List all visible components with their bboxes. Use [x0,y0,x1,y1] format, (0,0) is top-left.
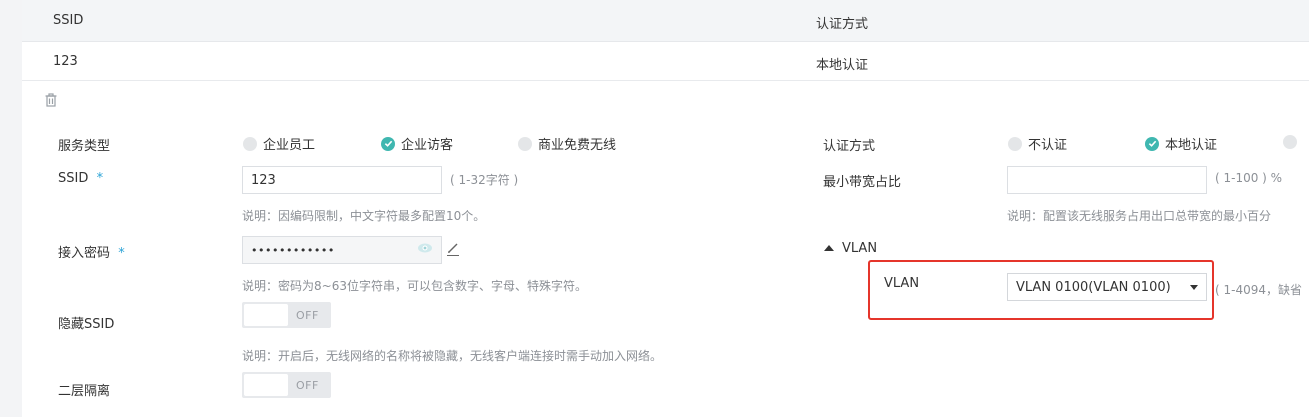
radio-auth-none[interactable]: 不认证 [1008,134,1067,153]
vlan-section-toggle[interactable]: VLAN [824,241,877,256]
auth-method-label: 认证方式 [823,139,876,154]
column-header-ssid: SSID [53,13,84,28]
min-bandwidth-label: 最小带宽占比 [823,175,902,190]
radio-service-employee[interactable]: 企业员工 [243,134,315,153]
column-header-auth: 认证方式 [816,17,869,32]
trash-icon[interactable] [44,92,58,107]
l2-isolation-toggle[interactable]: OFF [242,372,331,398]
required-mark: * [118,246,125,261]
password-input[interactable]: •••••••••••• [242,236,442,264]
min-bandwidth-hint: 说明：配置该无线服务占用出口总带宽的最小百分 [1007,209,1272,223]
checked-radio-icon [381,136,395,151]
radio-circle-icon [1283,135,1297,149]
radio-label: 本地认证 [1165,138,1218,153]
radio-service-free-wifi[interactable]: 商业免费无线 [518,134,616,153]
radio-label: 企业员工 [263,138,316,153]
checked-radio-icon [1145,136,1159,151]
left-sidebar-strip [0,0,22,417]
hide-ssid-label: 隐藏SSID [58,317,115,332]
radio-circle-icon [518,136,532,151]
ssid-range: ( 1-32字符 ) [450,173,519,187]
toggle-state: OFF [296,308,319,322]
collapse-triangle-icon [824,244,834,251]
ssid-label: SSID * [58,171,104,186]
ssid-hint: 说明：因编码限制，中文字符最多配置10个。 [242,209,486,223]
vlan-label: VLAN [884,276,920,291]
radio-label: 企业访客 [401,138,454,153]
min-bandwidth-range: ( 1-100 ) % [1215,171,1283,185]
l2-isolation-label: 二层隔离 [58,384,111,399]
hide-ssid-toggle[interactable]: OFF [242,302,331,328]
toggle-knob [244,304,288,326]
table-row[interactable]: 123 本地认证 [22,42,1309,81]
table-header: SSID 认证方式 [22,0,1309,42]
radio-auth-other-clipped[interactable] [1283,135,1309,151]
eye-icon[interactable] [417,242,433,258]
password-hint: 说明：密码为8~63位字符串，可以包含数字、字母、特殊字符。 [242,279,587,293]
ssid-input[interactable]: 123 [242,166,442,194]
min-bandwidth-input[interactable] [1007,166,1207,194]
dropdown-caret-icon [1190,284,1198,290]
toggle-state: OFF [296,378,319,392]
required-mark: * [96,171,104,186]
radio-circle-icon [1008,136,1022,151]
vlan-section-title: VLAN [842,241,878,256]
radio-auth-local[interactable]: 本地认证 [1145,134,1217,153]
cell-auth: 本地认证 [816,58,869,73]
service-type-label: 服务类型 [58,139,111,154]
cell-ssid: 123 [53,54,78,69]
toggle-knob [244,374,288,396]
password-label: 接入密码 * [58,246,125,261]
radio-circle-icon [243,136,257,151]
radio-label: 不认证 [1028,138,1068,153]
vlan-selected-value: VLAN 0100(VLAN 0100) [1016,279,1171,295]
edit-pencil-icon[interactable] [446,241,460,261]
password-value: •••••••••••• [251,243,335,257]
radio-service-guest[interactable]: 企业访客 [381,134,453,153]
radio-label: 商业免费无线 [538,138,617,153]
vlan-select[interactable]: VLAN 0100(VLAN 0100) [1007,273,1207,301]
vlan-range: ( 1-4094，缺省 [1215,283,1303,297]
hide-ssid-hint: 说明：开启后，无线网络的名称将被隐藏，无线客户端连接时需手动加入网络。 [242,349,663,363]
